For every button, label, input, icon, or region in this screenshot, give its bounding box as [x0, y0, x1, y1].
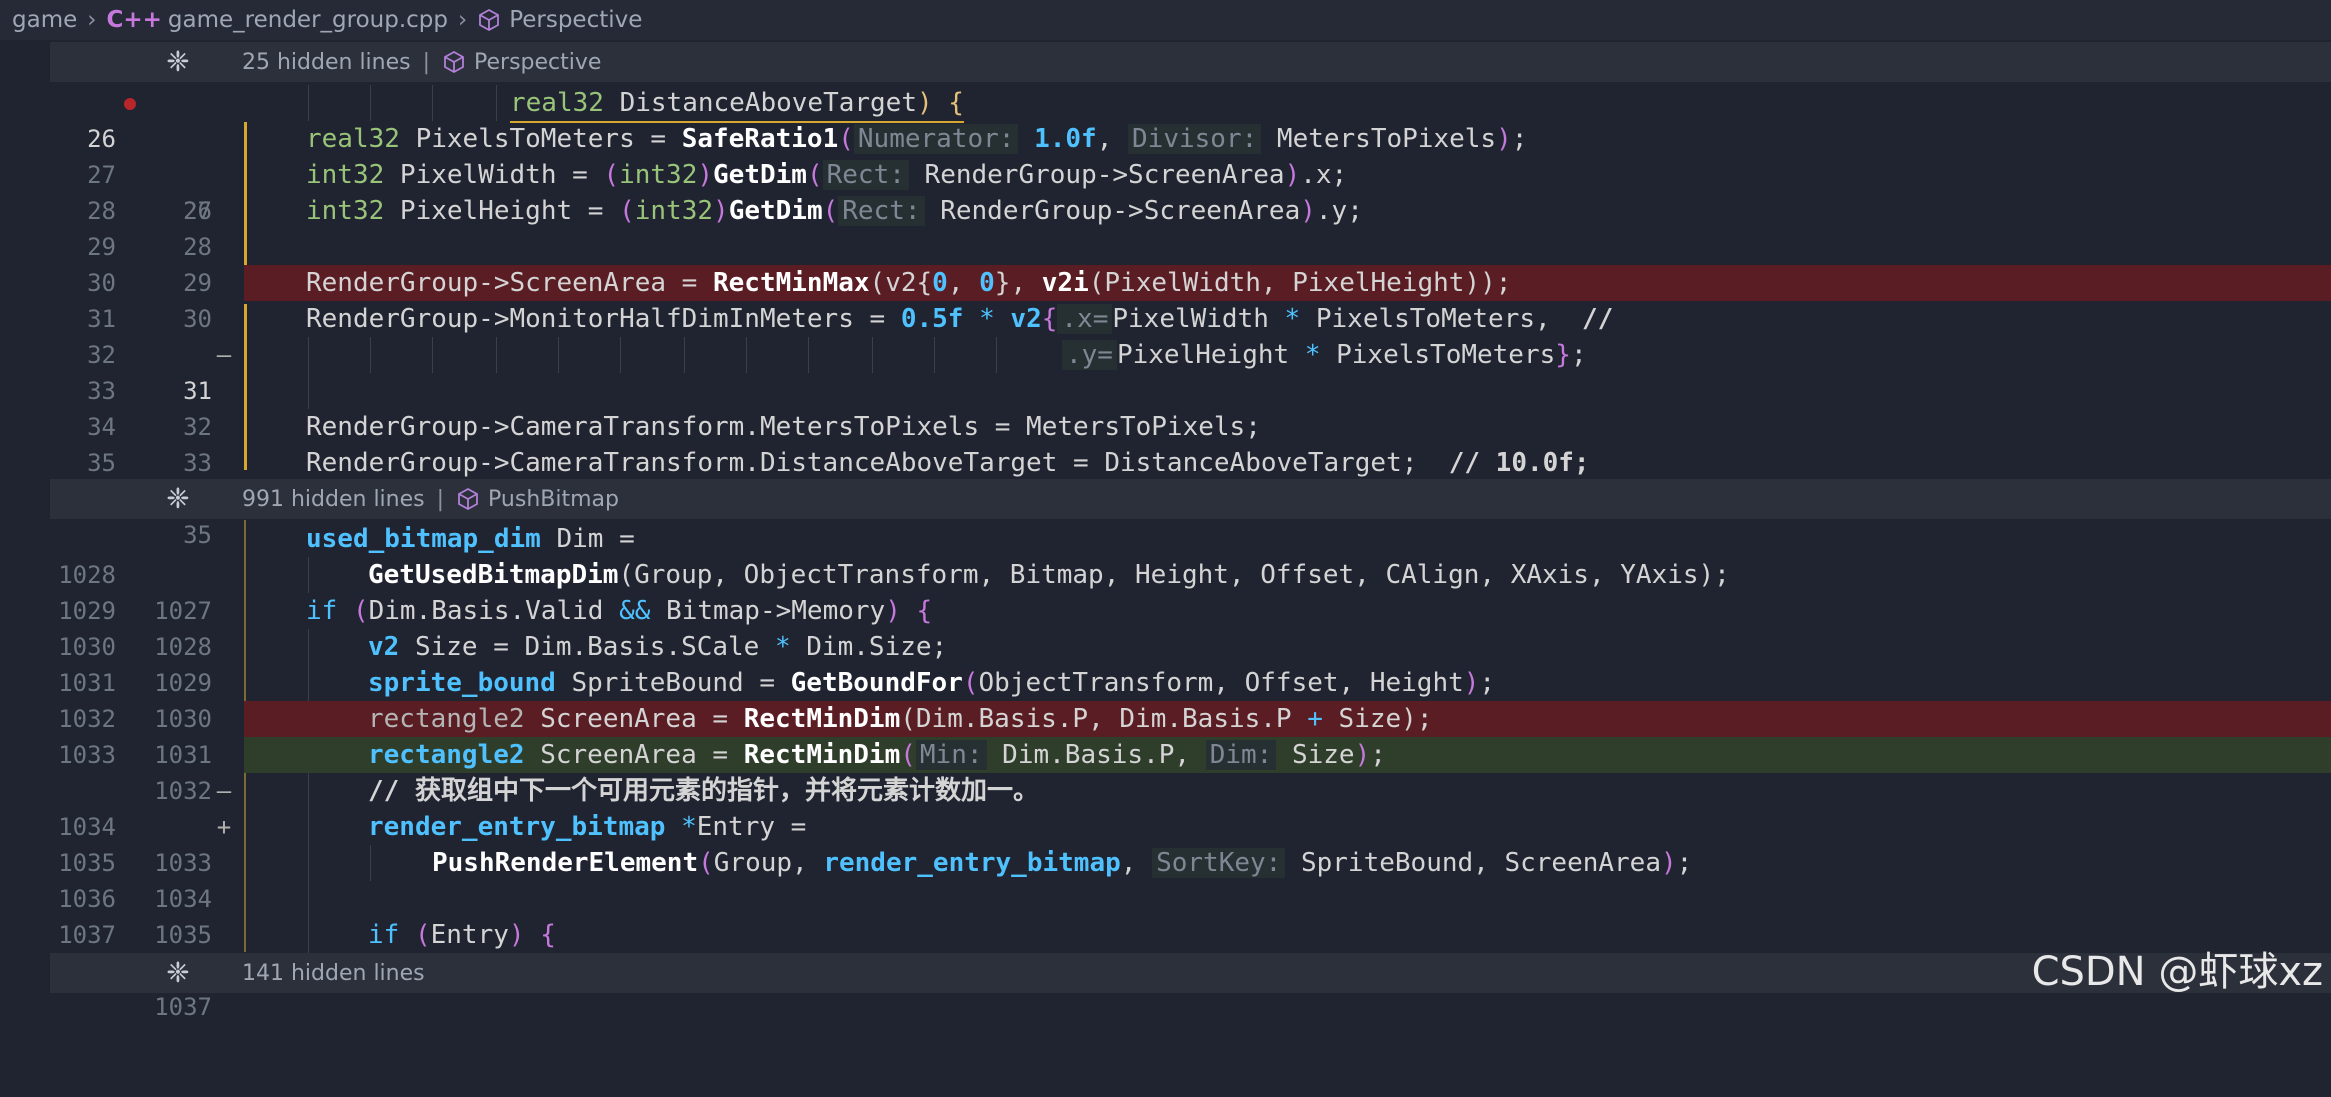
divider: |	[422, 49, 431, 75]
code-line[interactable]: 1038 1037 if (Entry) {	[0, 917, 2331, 1021]
unfold-icon[interactable]: ❈	[164, 48, 192, 76]
hidden-lines-fold[interactable]: ❈ 25 hidden lines | Perspective	[50, 42, 2331, 82]
breadcrumb-symbol[interactable]: Perspective	[509, 7, 642, 33]
code-line[interactable]: 36 35 RenderGroup->CameraTransform.Dista…	[0, 445, 2331, 549]
code-line[interactable]: 1028 1027 used_bitmap_dim Dim =	[0, 521, 2331, 625]
code-line[interactable]: 34 33	[0, 373, 2331, 477]
hidden-lines-label: 25 hidden lines	[242, 49, 411, 75]
code-line[interactable]: 30 30	[0, 229, 2331, 333]
code-line[interactable]: 1032 1031 sprite_bound SpriteBound = Get…	[0, 665, 2331, 769]
chevron-right-icon: ›	[457, 7, 468, 33]
hidden-lines-label: 141 hidden lines	[242, 960, 425, 986]
code-text: rectangle2 ScreenArea = RectMinDim(Min: …	[368, 740, 1386, 770]
unfold-icon[interactable]: ❈	[164, 485, 192, 513]
code-text: RenderGroup->MonitorHalfDimInMeters = 0.…	[306, 304, 1614, 334]
code-text: used_bitmap_dim Dim =	[306, 524, 635, 554]
code-text: int32 PixelHeight = (int32)GetDim(Rect: …	[306, 196, 1363, 226]
code-line[interactable]: 32 31 RenderGroup->MonitorHalfDimInMeter…	[0, 301, 2331, 405]
cpp-file-icon: C++	[106, 7, 162, 33]
hidden-lines-fold[interactable]: ❈ 141 hidden lines	[50, 953, 2331, 993]
code-line[interactable]: 1031 1030 v2 Size = Dim.Basis.SCale * Di…	[0, 629, 2331, 733]
chevron-right-icon: ›	[87, 7, 97, 33]
deleted-code-line[interactable]: 31 — RenderGroup->ScreenArea = RectMinMa…	[0, 265, 2331, 369]
cube-icon	[444, 50, 464, 74]
code-line[interactable]: 1029 1028 GetUsedBitmapDim(Group, Object…	[0, 557, 2331, 661]
code-text: sprite_bound SpriteBound = GetBoundFor(O…	[368, 668, 1496, 698]
code-text: real32 PixelsToMeters = SafeRatio1(Numer…	[306, 124, 1528, 154]
code-text: PushRenderElement(Group, render_entry_bi…	[432, 848, 1693, 878]
code-text: GetUsedBitmapDim(Group, ObjectTransform,…	[368, 560, 1730, 590]
code-line[interactable]: 1030 1029 if (Dim.Basis.Valid && Bitmap-…	[0, 593, 2331, 697]
code-text: rectangle2 ScreenArea = RectMinDim(Dim.B…	[368, 704, 1433, 734]
code-line[interactable]: 33 32 .y= PixelHeight * PixelsToMeters};	[0, 337, 2331, 441]
breadcrumb: game › C++ game_render_group.cpp › Persp…	[0, 0, 2331, 40]
code-line[interactable]: 29 29 int32 PixelHeight = (int32)GetDim(…	[0, 193, 2331, 297]
added-code-line[interactable]: 1032 + rectangle2 ScreenArea = RectMinDi…	[0, 737, 2331, 841]
code-line[interactable]: 1035 1034 render_entry_bitmap *Entry =	[0, 809, 2331, 913]
new-line-number: 1037	[154, 993, 212, 1021]
code-line[interactable]: 28 28 int32 PixelWidth = (int32)GetDim(R…	[0, 157, 2331, 261]
code-text: .y= PixelHeight * PixelsToMeters};	[1062, 337, 1587, 373]
deleted-code-line[interactable]: 1033 — rectangle2 ScreenArea = RectMinDi…	[0, 701, 2331, 805]
cube-icon	[479, 8, 500, 32]
code-line[interactable]: 1034 1033 // 获取组中下一个可用元素的指针，并将元素计数加一。	[0, 773, 2331, 877]
code-line[interactable]: 26 26 real32 DistanceAboveTarget) {	[0, 85, 2331, 225]
unfold-icon[interactable]: ❈	[164, 959, 192, 987]
code-text: RenderGroup->CameraTransform.MetersToPix…	[306, 412, 1261, 442]
watermark: CSDN @虾球xz	[2031, 949, 2323, 995]
code-line[interactable]: 27 27 real32 PixelsToMeters = SafeRatio1…	[0, 121, 2331, 225]
fold-symbol[interactable]: Perspective	[474, 50, 601, 75]
code-line[interactable]: 35 34 RenderGroup->CameraTransform.Meter…	[0, 409, 2331, 513]
breadcrumb-file[interactable]: game_render_group.cpp	[168, 7, 448, 33]
hidden-lines-label: 991 hidden lines	[242, 486, 425, 512]
code-text: if (Entry) {	[368, 920, 556, 950]
code-comment: // 获取组中下一个可用元素的指针，并将元素计数加一。	[368, 776, 1039, 806]
code-line[interactable]: 1036 1035 PushRenderElement(Group, rende…	[0, 845, 2331, 949]
hidden-lines-fold[interactable]: ❈ 991 hidden lines | PushBitmap	[50, 479, 2331, 519]
code-text: RenderGroup->ScreenArea = RectMinMax(v2{…	[306, 268, 1512, 298]
breakpoint-icon[interactable]	[124, 98, 136, 110]
fold-symbol[interactable]: PushBitmap	[488, 487, 619, 512]
divider: |	[436, 486, 445, 512]
code-text: int32 PixelWidth = (int32)GetDim(Rect: R…	[306, 160, 1348, 190]
code-text: render_entry_bitmap *Entry =	[368, 812, 807, 842]
code-line[interactable]: 1037 1036	[0, 881, 2331, 985]
code-text: real32 DistanceAboveTarget) {	[510, 85, 964, 123]
code-text: v2 Size = Dim.Basis.SCale * Dim.Size;	[368, 632, 948, 662]
breadcrumb-root[interactable]: game	[12, 7, 77, 33]
code-text: RenderGroup->CameraTransform.DistanceAbo…	[306, 448, 1590, 478]
code-text: if (Dim.Basis.Valid && Bitmap->Memory) {	[306, 596, 933, 626]
cube-icon	[458, 487, 478, 511]
